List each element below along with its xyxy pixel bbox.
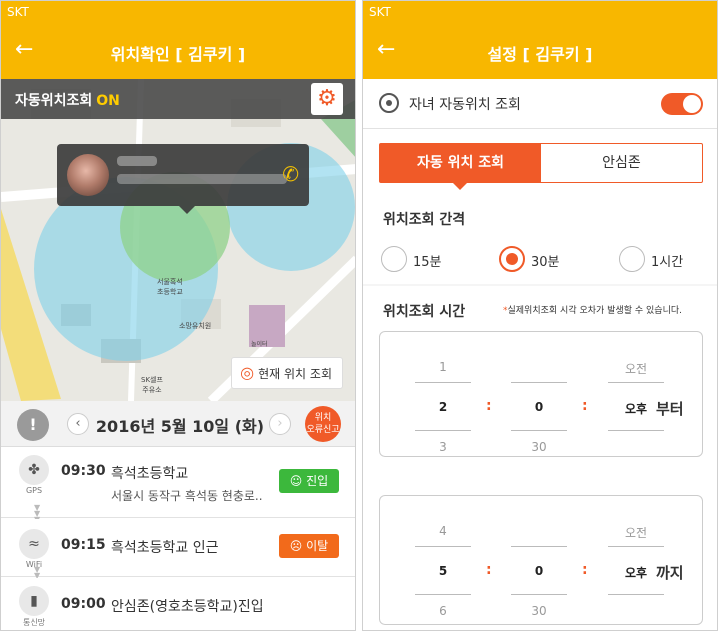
settings-gear-icon[interactable]: ⚙: [311, 83, 343, 115]
minute-wheel[interactable]: 0 30: [511, 332, 567, 458]
wheel-value: 4: [439, 524, 447, 538]
toggle-label: 자녀 자동위치 조회: [409, 97, 521, 113]
wifi-icon: ≈: [19, 529, 49, 559]
carrier-label: SKT: [7, 5, 29, 19]
from-time-picker: 1 2 3 : 0 30 : 오전 오후 부터: [379, 331, 703, 457]
gps-icon: ✤: [19, 455, 49, 485]
entry-address: 서울시 동작구 흑석동 현충로...: [111, 489, 263, 503]
auto-location-label: 자동위치조회: [15, 93, 93, 109]
radio-label: 1시간: [651, 255, 684, 270]
status-bar: SKT: [1, 1, 355, 23]
entry-time: 09:15: [61, 537, 106, 553]
date-bar: ! ‹ 2016년 5월 10일 (화) › 위치 오류신고: [1, 401, 355, 447]
auto-location-state: ON: [96, 93, 120, 109]
colon-separator: :: [486, 562, 492, 578]
tab-safe-zone[interactable]: 안심존: [541, 144, 702, 182]
map-label-gas: SK셀프 주유소: [141, 376, 163, 394]
wheel-value-selected: 5: [438, 564, 448, 578]
wheel-value: 오전: [624, 362, 648, 376]
map-canvas: [1, 79, 355, 401]
wheel-value-selected: 0: [534, 564, 544, 578]
phone-icon[interactable]: ✆: [282, 162, 299, 186]
icon-caption: 통신망: [22, 618, 46, 627]
auto-location-bar: 자동위치조회 ON ⚙: [1, 79, 355, 119]
wheel-value: 1: [439, 360, 447, 374]
crosshair-icon: ◎: [240, 363, 255, 382]
colon-separator: :: [582, 398, 588, 414]
list-item[interactable]: ≈ WiFi 09:15 흑석초등학교 인근 ☹ 이탈: [1, 519, 355, 577]
carrier-label: SKT: [369, 5, 391, 19]
next-date-button[interactable]: ›: [269, 413, 291, 435]
ampm-wheel[interactable]: 오전 오후: [608, 332, 664, 458]
badge-label: 진입: [306, 474, 329, 488]
report-error-button[interactable]: 위치 오류신고: [305, 406, 341, 442]
auto-location-switch[interactable]: [661, 93, 703, 115]
to-time-picker: 4 5 6 : 0 30 : 오전 오후 까지: [379, 495, 703, 625]
alert-icon[interactable]: !: [17, 409, 49, 441]
radio-circle: [619, 246, 645, 272]
hour-wheel[interactable]: 1 2 3: [415, 332, 471, 458]
child-info-popup[interactable]: ✆: [57, 144, 309, 214]
badge-label: 이탈: [306, 539, 329, 553]
wheel-value: 3: [439, 440, 447, 454]
from-suffix: 부터: [656, 400, 684, 418]
map-view[interactable]: 서울흑석 초등학교 소망유치원 SK셀프 주유소 놀이터: [1, 79, 355, 401]
status-badge: ☺ 진입: [279, 469, 339, 493]
status-badge: ☹ 이탈: [279, 534, 339, 558]
radio-circle: [381, 246, 407, 272]
entry-place: 흑석초등학교 인근: [111, 540, 219, 556]
frown-icon: ☹: [289, 539, 303, 553]
wheel-value: 오전: [624, 526, 648, 540]
ampm-wheel[interactable]: 오전 오후: [608, 496, 664, 626]
interval-title: 위치조회 간격: [383, 212, 466, 228]
auto-location-toggle-row: 자녀 자동위치 조회: [363, 79, 717, 129]
location-screen: SKT ← 위치확인 [ 김쿠키 ] 서울흑석 초등학교 소망유치원 SK셀프 …: [0, 0, 356, 631]
entry-time: 09:00: [61, 596, 106, 612]
radio-label: 30분: [531, 255, 560, 270]
prev-date-button[interactable]: ‹: [67, 413, 89, 435]
page-title: 위치확인 [ 김쿠키 ]: [110, 45, 246, 64]
colon-separator: :: [486, 398, 492, 414]
entry-place: 흑석초등학교: [111, 466, 189, 482]
map-label-school: 서울흑석 초등학교: [157, 278, 183, 296]
current-location-button[interactable]: ◎ 현재 위치 조회: [231, 357, 343, 389]
entry-place: 안심존(영호초등학교)진입: [111, 599, 264, 615]
map-label-kinder: 소망유치원: [179, 322, 212, 330]
time-title: 위치조회 시간: [383, 304, 466, 320]
icon-caption: GPS: [25, 486, 43, 495]
target-icon: [379, 93, 399, 113]
entry-time: 09:30: [61, 463, 106, 479]
settings-screen: SKT ← 설정 [ 김쿠키 ] 자녀 자동위치 조회 자동 위치 조회 안심존…: [362, 0, 718, 631]
app-bar: ← 설정 [ 김쿠키 ]: [363, 23, 717, 79]
status-bar: SKT: [363, 1, 717, 23]
list-item[interactable]: ✤ GPS 09:30 흑석초등학교 서울시 동작구 흑석동 현충로... ☺ …: [1, 447, 355, 518]
colon-separator: :: [582, 562, 588, 578]
current-location-label: 현재 위치 조회: [258, 367, 332, 381]
signal-icon: ▮: [19, 586, 49, 616]
map-label-parking: 놀이터: [251, 341, 268, 348]
hour-wheel[interactable]: 4 5 6: [415, 496, 471, 626]
wheel-value: 30: [531, 440, 547, 454]
avatar: [67, 154, 109, 196]
time-note: *실제위치조회 시각 오차가 발생할 수 있습니다.: [503, 306, 682, 316]
minute-wheel[interactable]: 0 30: [511, 496, 567, 626]
wheel-value-selected: 2: [438, 400, 448, 414]
date-label: 2016년 5월 10일 (화): [95, 417, 265, 436]
wheel-value-selected: 0: [534, 400, 544, 414]
page-title: 설정 [ 김쿠키 ]: [487, 45, 593, 64]
blurred-address: [117, 174, 287, 184]
radio-circle: [499, 246, 525, 272]
to-suffix: 까지: [656, 564, 684, 582]
tab-auto-location[interactable]: 자동 위치 조회: [380, 144, 541, 190]
app-bar: ← 위치확인 [ 김쿠키 ]: [1, 23, 355, 79]
list-item[interactable]: ▮ 통신망 09:00 안심존(영호초등학교)진입: [1, 578, 355, 630]
blurred-name: [117, 156, 157, 166]
mode-tabs: 자동 위치 조회 안심존: [379, 143, 703, 190]
wheel-value: 30: [531, 604, 547, 618]
radio-label: 15분: [413, 255, 442, 270]
smile-icon: ☺: [289, 474, 303, 488]
wheel-value: 6: [439, 604, 447, 618]
